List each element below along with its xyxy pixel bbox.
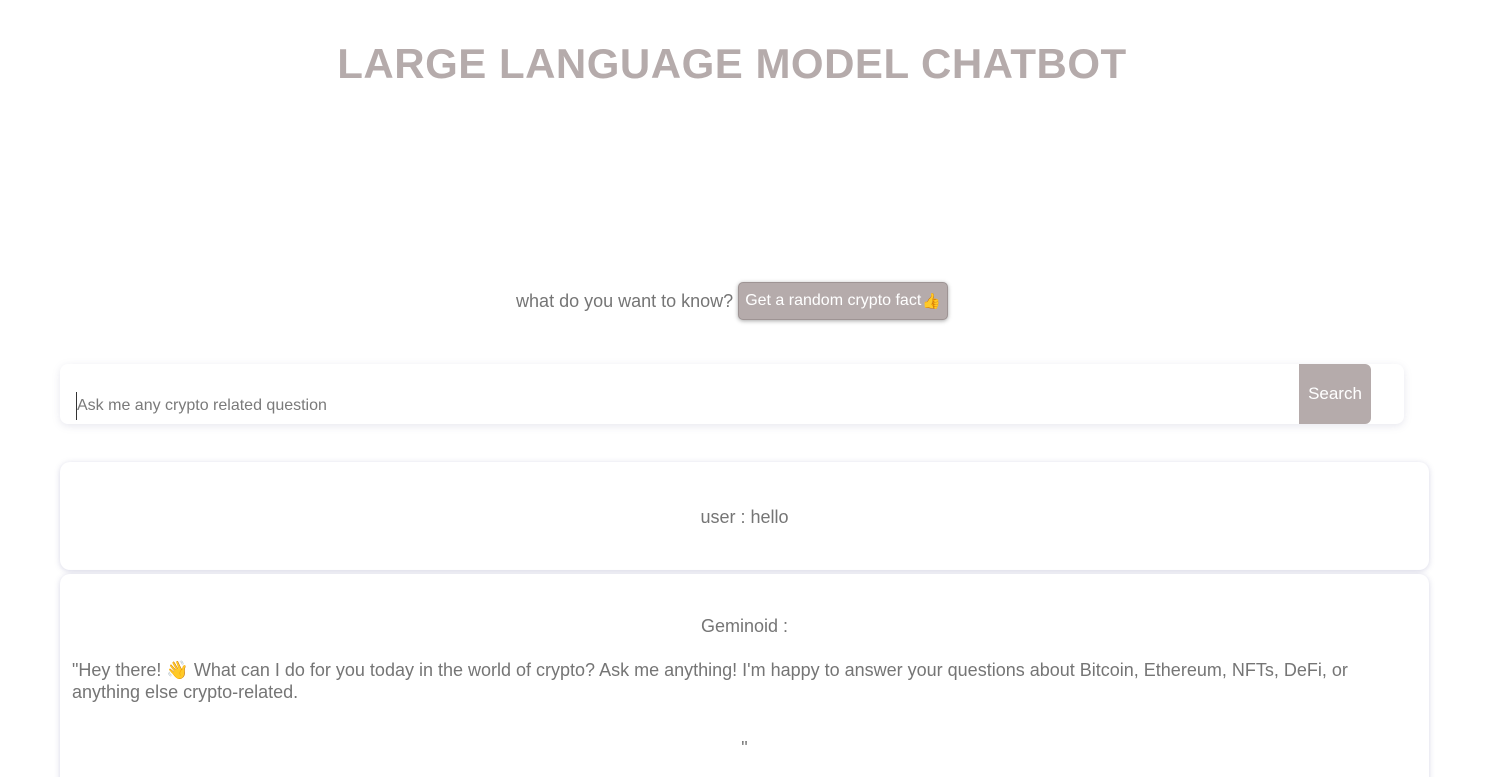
random-fact-button-label: Get a random crypto fact [745, 292, 922, 309]
page-title: LARGE LANGUAGE MODEL CHATBOT [337, 40, 1127, 87]
user-message: user : hello [700, 507, 789, 527]
search-bar: Search [60, 364, 1404, 424]
prompt-row: what do you want to know? Get a random c… [0, 282, 1464, 320]
bot-message-card: Geminoid : "Hey there! 👋 What can I do f… [60, 574, 1429, 777]
prompt-label: what do you want to know? [516, 290, 734, 311]
bot-message: "Hey there! 👋 What can I do for you toda… [72, 660, 1348, 702]
bot-message-end: " [741, 738, 748, 758]
thumbs-up-icon: 👍 [922, 293, 941, 310]
search-button[interactable]: Search [1299, 364, 1371, 424]
chatbot-page: LARGE LANGUAGE MODEL CHATBOT what do you… [0, 0, 1491, 777]
search-input[interactable] [76, 392, 1277, 420]
bot-name: Geminoid : [700, 616, 789, 636]
user-message-card: user : hello [60, 462, 1429, 570]
random-fact-button[interactable]: Get a random crypto fact 👍 [738, 282, 948, 320]
